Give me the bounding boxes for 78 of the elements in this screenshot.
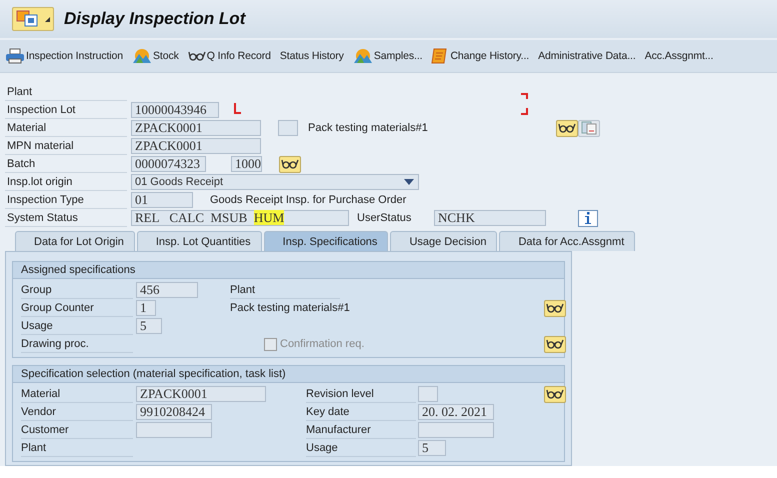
glasses-button[interactable] <box>544 386 566 402</box>
glasses-button[interactable] <box>544 300 566 316</box>
glasses-button[interactable] <box>544 336 566 352</box>
printer-icon <box>5 48 25 64</box>
tab[interactable]: Usage Decision <box>390 231 498 251</box>
field-label: Inspection Lot <box>5 102 127 118</box>
tab[interactable]: Insp. Lot Quantities <box>136 231 262 251</box>
input-field[interactable]: 0000074323 <box>131 156 206 172</box>
input-field[interactable]: 20. 02. 2021 <box>418 404 494 420</box>
input-field[interactable]: 456 <box>136 282 198 298</box>
input-field[interactable] <box>278 120 298 136</box>
field-label: Batch <box>5 156 127 172</box>
confirmation-checkbox: Confirmation req. <box>264 338 364 350</box>
field-label: Material <box>5 120 127 136</box>
field-label: Key date <box>306 404 416 420</box>
field-label: Plant <box>21 440 133 456</box>
caret-icon <box>45 16 50 22</box>
field-label: Group <box>21 282 133 298</box>
field-label: Manufacturer <box>306 422 416 438</box>
field-label: Plant <box>5 84 127 100</box>
window-title: Display Inspection Lot <box>64 9 246 29</box>
input-field[interactable]: ZPACK0001 <box>131 120 261 136</box>
status-field: REL CALC MSUB HUM <box>131 210 349 226</box>
field-label: Drawing proc. <box>21 336 133 352</box>
input-field[interactable] <box>418 386 438 402</box>
field-label: Inspection Type <box>5 192 127 208</box>
input-field[interactable]: 10000043946 <box>131 102 219 118</box>
toolbar-button[interactable]: Administrative Data... <box>538 50 636 62</box>
input-field[interactable] <box>136 422 212 438</box>
glasses-button[interactable] <box>279 156 301 172</box>
dropdown-arrow-icon <box>404 179 414 185</box>
menu-button[interactable] <box>12 7 54 31</box>
input-field[interactable]: NCHK <box>434 210 546 226</box>
group-title: Assigned specifications <box>13 262 564 279</box>
tab[interactable]: Data for Lot Origin <box>15 231 135 251</box>
field-label: Usage <box>21 318 133 334</box>
type-description: Goods Receipt Insp. for Purchase Order <box>210 194 406 206</box>
input-field[interactable]: ZPACK0001 <box>131 138 261 154</box>
field-label: Vendor <box>21 404 133 420</box>
input-field[interactable]: 1000 <box>231 156 262 172</box>
input-field[interactable]: 5 <box>418 440 446 456</box>
mountain-sun-icon <box>352 48 373 64</box>
toolbar-button[interactable]: Acc.Assgnmt... <box>644 50 714 62</box>
material-description: Pack testing materials#1 <box>308 122 428 134</box>
field-label: Material <box>21 386 133 402</box>
glasses-button[interactable] <box>556 120 578 136</box>
tab[interactable]: Data for Acc.Assgnmt <box>499 231 636 251</box>
input-field[interactable]: 9910208424 <box>136 404 212 420</box>
scroll-icon <box>431 47 450 65</box>
info-button[interactable] <box>578 210 598 226</box>
tab[interactable]: Insp. Specifications <box>264 231 388 251</box>
dropdown[interactable]: 01 Goods Receipt <box>131 174 419 190</box>
field-label: Insp.lot origin <box>5 174 127 190</box>
group-title: Specification selection (material specification, task list) <box>13 366 564 383</box>
toolbar-button[interactable]: Q Info Record <box>188 50 271 62</box>
field-label: Customer <box>21 422 133 438</box>
toolbar-button[interactable]: Samples... <box>352 48 422 64</box>
field-label: Usage <box>306 440 416 456</box>
input-field[interactable] <box>418 422 494 438</box>
field-label: MPN material <box>5 138 127 154</box>
input-field[interactable]: ZPACK0001 <box>136 386 266 402</box>
field-label: Group Counter <box>21 300 133 316</box>
input-field[interactable]: 1 <box>136 300 156 316</box>
input-field[interactable]: 5 <box>136 318 162 334</box>
field-label: Revision level <box>306 386 416 402</box>
toolbar-button[interactable]: Change History... <box>431 47 530 65</box>
focus-corner-icon <box>521 92 529 118</box>
info-icon <box>584 212 592 224</box>
toolbar-button[interactable]: Inspection Instruction <box>5 48 124 64</box>
toolbar-button[interactable]: Stock <box>132 48 179 64</box>
input-field[interactable]: 01 <box>131 192 193 208</box>
glasses-icon <box>188 50 206 62</box>
toolbar-button[interactable]: Status History <box>280 50 344 62</box>
spec-description: Pack testing materials#1 <box>230 302 350 314</box>
field-label: Plant <box>230 282 340 298</box>
field-label: UserStatus <box>357 212 412 224</box>
mountain-sun-icon <box>132 48 152 64</box>
field-label: System Status <box>5 210 127 226</box>
